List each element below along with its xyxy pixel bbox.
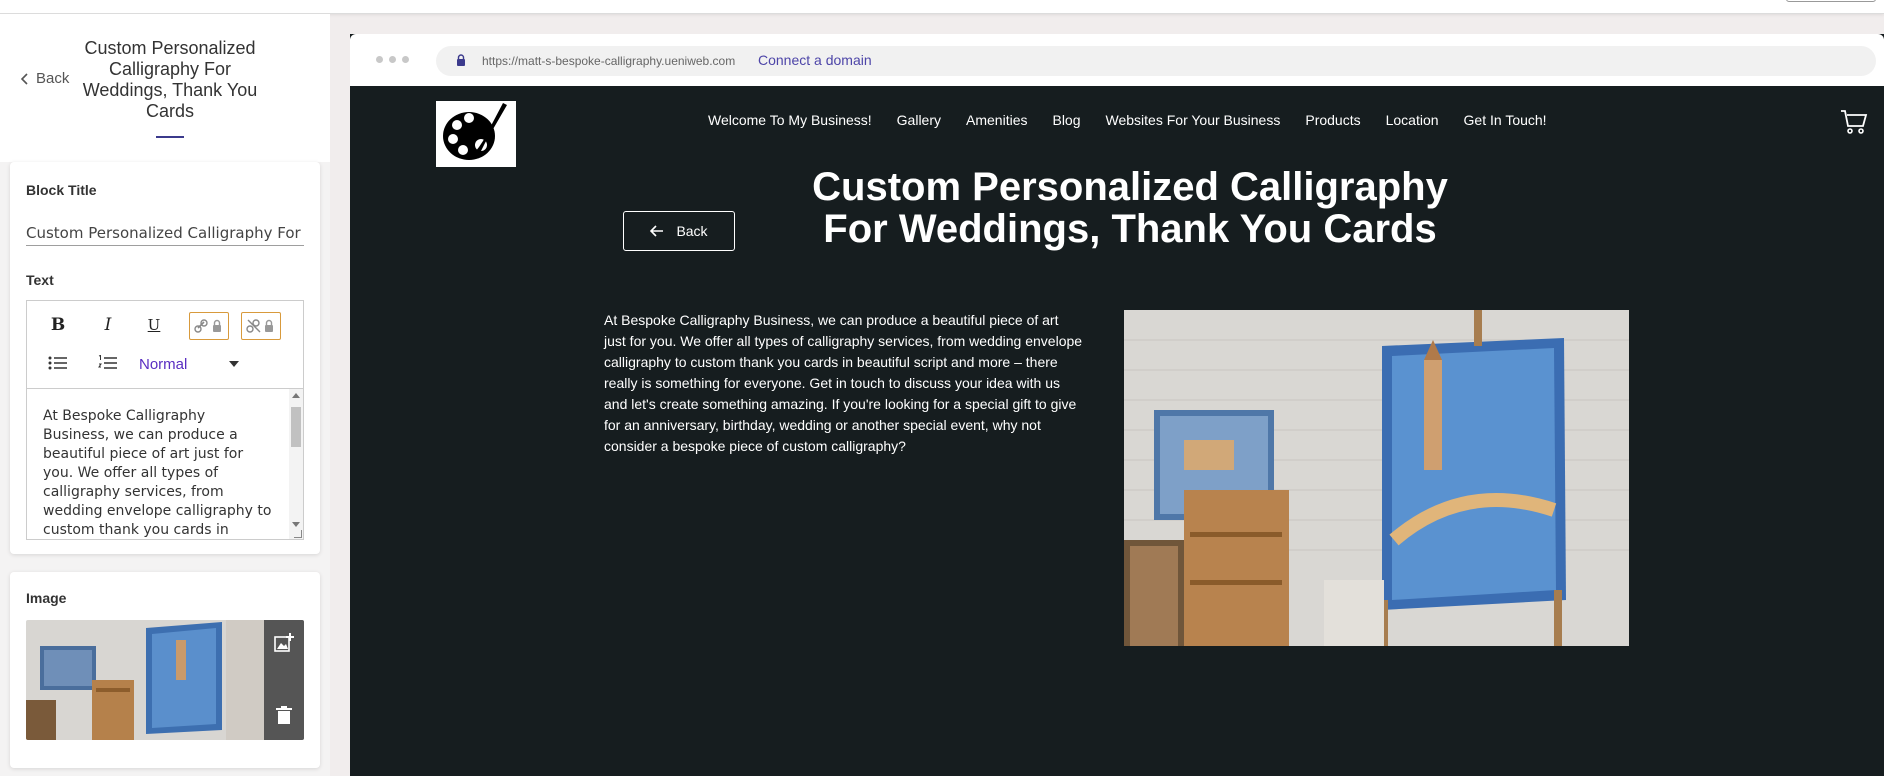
bullet-list-icon [48,356,67,370]
browser-bar: https://matt-s-bespoke-calligraphy.ueniw… [350,34,1884,86]
text-block-card: Block Title Text B I U [10,162,320,554]
nav-item-websites[interactable]: Websites For Your Business [1106,112,1281,128]
cart-icon[interactable] [1840,108,1868,136]
painting-photo [1124,310,1629,646]
nav-item-amenities[interactable]: Amenities [966,112,1027,128]
link-lock-icon [194,319,221,333]
sidebar-header: Back Custom Personalized Calligraphy For… [0,14,330,162]
page-title: Custom Personalized Calligraphy For Wedd… [812,165,1448,251]
add-image-icon [274,633,294,652]
nav-item-location[interactable]: Location [1386,112,1439,128]
nav-item-get-in-touch[interactable]: Get In Touch! [1464,112,1547,128]
bold-button[interactable]: B [43,311,73,339]
sidebar-back-button[interactable]: Back [20,70,69,87]
scroll-up-icon[interactable] [292,393,300,398]
nav-item-welcome[interactable]: Welcome To My Business! [708,112,872,128]
title-underline [156,136,184,138]
trash-icon [276,706,292,724]
delete-image-button[interactable] [273,704,295,726]
nav-item-gallery[interactable]: Gallery [897,112,941,128]
url-bar[interactable]: https://matt-s-bespoke-calligraphy.ueniw… [436,46,1876,76]
image-label: Image [26,590,67,606]
scroll-down-icon[interactable] [292,522,300,527]
nav-item-products[interactable]: Products [1305,112,1360,128]
sidebar-back-label: Back [36,70,70,87]
sidebar-page-title: Custom Personalized Calligraphy For Wedd… [82,38,258,121]
image-thumbnail[interactable] [26,620,304,740]
site-hero-image [1124,310,1629,646]
site-logo[interactable] [436,101,516,167]
rich-text-editor: B I U Normal At Bespoke Calligraphy Busi… [26,300,304,540]
top-bar [0,0,1884,14]
editor-toolbar: B I U Normal [27,301,303,389]
underline-button[interactable]: U [139,311,169,339]
bullet-list-button[interactable] [43,349,73,377]
block-title-input[interactable] [26,220,304,246]
site-back-label: Back [676,223,708,239]
format-select-value: Normal [139,355,188,373]
italic-button[interactable]: I [93,311,123,339]
window-dots [376,56,409,63]
link-button[interactable] [189,312,229,340]
editor-sidebar: Back Custom Personalized Calligraphy For… [0,14,330,776]
text-label: Text [26,272,54,288]
chevron-down-icon [229,361,239,367]
replace-image-button[interactable] [273,632,295,654]
scroll-thumb[interactable] [291,407,301,447]
chevron-left-icon [20,72,28,85]
resize-handle[interactable] [294,530,302,538]
painting-thumbnail [26,620,304,740]
site-back-button[interactable]: Back [623,211,735,251]
editor-content-area[interactable]: At Bespoke Calligraphy Business, we can … [27,389,303,539]
editor-text[interactable]: At Bespoke Calligraphy Business, we can … [43,407,273,539]
editor-scrollbar[interactable] [289,389,303,539]
palette-logo [443,103,507,160]
site-body-text: At Bespoke Calligraphy Business, we can … [604,312,1083,454]
image-actions [264,620,304,740]
ordered-list-button[interactable] [93,349,123,377]
arrow-left-icon [650,225,664,237]
connect-domain-link[interactable]: Connect a domain [758,52,872,68]
url-text: https://matt-s-bespoke-calligraphy.ueniw… [482,54,736,68]
format-select[interactable]: Normal [139,351,239,377]
site-nav: Welcome To My Business! Gallery Amenitie… [708,112,1547,128]
unlink-lock-icon [246,319,273,333]
site-preview: https://matt-s-bespoke-calligraphy.ueniw… [350,34,1884,776]
nav-item-blog[interactable]: Blog [1052,112,1080,128]
unlink-button[interactable] [241,312,281,340]
top-bar-button[interactable] [1786,0,1876,2]
block-title-label: Block Title [26,182,97,198]
lock-icon [457,54,465,66]
ordered-list-icon [98,355,117,369]
image-block-card: Image [10,572,320,768]
